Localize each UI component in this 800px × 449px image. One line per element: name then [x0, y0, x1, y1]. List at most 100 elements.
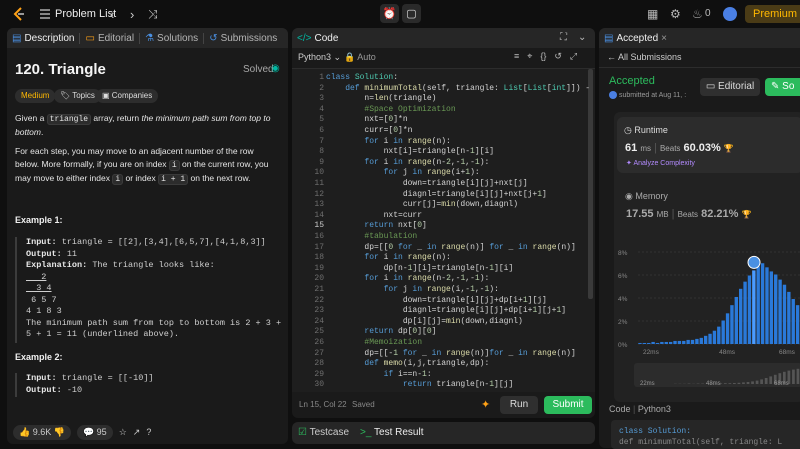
tab-testcase[interactable]: ☑ Testcase: [298, 427, 349, 438]
distribution-bar[interactable]: [651, 341, 655, 344]
tab-editorial[interactable]: ▭ Editorial: [80, 28, 139, 48]
code-line[interactable]: nxt=curr: [326, 211, 422, 220]
reset-icon[interactable]: ↺: [554, 51, 562, 62]
code-line[interactable]: dp=[[-1 for _ in range(n)]for _ in range…: [326, 349, 575, 358]
code-line[interactable]: for i in range(n):: [326, 253, 450, 262]
code-line[interactable]: dp[n-1][i]=triangle[n-1][i]: [326, 264, 514, 273]
leetcode-logo-icon[interactable]: [11, 6, 27, 22]
editor-scrollbar[interactable]: [588, 69, 593, 299]
code-line[interactable]: diagnl=triangle[i][j]+dp[i+1][j+1]: [326, 306, 566, 315]
distribution-bar[interactable]: [660, 341, 664, 344]
distribution-bar[interactable]: [730, 305, 734, 344]
code-line[interactable]: n=len(triangle): [326, 94, 436, 103]
distribution-bar[interactable]: [734, 296, 739, 344]
code-line[interactable]: class Solution:: [326, 73, 398, 82]
next-problem-icon[interactable]: ›: [130, 7, 134, 22]
topics-chip[interactable]: 🏷 Topics: [54, 89, 101, 103]
code-line[interactable]: down=triangle[i][j]+nxt[j]: [326, 179, 528, 188]
code-line[interactable]: dp[i][j]=min(down,diagnl): [326, 317, 523, 326]
braces-icon[interactable]: {}: [540, 51, 546, 62]
settings-gear-icon[interactable]: ⚙: [670, 7, 681, 21]
debug-icon[interactable]: ✦: [481, 398, 490, 411]
fullscreen-icon[interactable]: ⛶: [560, 32, 567, 43]
distribution-bar[interactable]: [677, 340, 682, 344]
star-icon[interactable]: ☆: [119, 427, 127, 438]
distribution-bar[interactable]: [765, 267, 769, 344]
timer-icon[interactable]: ⏰: [380, 4, 399, 23]
submitted-code-preview[interactable]: class Solution: def minimumTotal(self, t…: [611, 420, 800, 449]
distribution-bar[interactable]: [795, 305, 800, 344]
distribution-bar[interactable]: [712, 330, 717, 344]
distribution-bar[interactable]: [695, 338, 699, 344]
distribution-bar[interactable]: [690, 339, 695, 344]
streak-fire-icon[interactable]: ♨: [692, 7, 703, 21]
layout-icon[interactable]: ▦: [647, 7, 658, 21]
distribution-bar[interactable]: [717, 326, 721, 344]
distribution-bar[interactable]: [638, 342, 642, 344]
solution-button[interactable]: ✎ So: [765, 78, 800, 96]
distribution-bar[interactable]: [668, 341, 673, 344]
distribution-bar[interactable]: [699, 337, 703, 344]
auto-mode[interactable]: 🔒 Auto: [344, 52, 376, 63]
code-line[interactable]: for i in range(n):: [326, 137, 450, 146]
editorial-button[interactable]: ▭ Editorial: [700, 78, 760, 96]
bookmark-icon[interactable]: ⌖: [527, 51, 532, 62]
submit-button[interactable]: Submit: [544, 396, 592, 414]
distribution-bar[interactable]: [752, 270, 756, 344]
code-line[interactable]: nxt[i]=triangle[n-1][i]: [326, 147, 494, 156]
code-line[interactable]: #Memoization: [326, 338, 422, 347]
distribution-bar[interactable]: [703, 335, 708, 344]
code-line[interactable]: return nxt[0]: [326, 221, 426, 230]
runtime-distribution-chart[interactable]: 8% 6% 4% 2% 0% 22ms 48ms 68ms: [614, 242, 800, 362]
tab-accepted[interactable]: ▤ Accepted ×: [599, 28, 672, 48]
user-avatar[interactable]: [723, 7, 737, 21]
distribution-bar[interactable]: [747, 275, 752, 344]
distribution-bar[interactable]: [725, 313, 730, 344]
code-line[interactable]: #tabulation: [326, 232, 417, 241]
distribution-bar[interactable]: [774, 274, 778, 344]
code-line[interactable]: down=triangle[i][j]+dp[i+1][j]: [326, 296, 547, 305]
tab-solutions[interactable]: ⚗ Solutions: [140, 28, 203, 48]
distribution-bar[interactable]: [760, 263, 765, 344]
distribution-bar[interactable]: [769, 271, 774, 344]
distribution-bar[interactable]: [739, 288, 743, 344]
distribution-bar[interactable]: [721, 320, 725, 344]
mini-distribution-chart[interactable]: 22ms 48ms 68ms: [634, 363, 800, 387]
distribution-bar[interactable]: [673, 340, 677, 344]
code-line[interactable]: for i in range(n-2,-1,-1):: [326, 158, 489, 167]
code-line[interactable]: def minimumTotal(self, triangle: List[Li…: [326, 84, 590, 93]
code-line[interactable]: for j in range(i,-1,-1):: [326, 285, 499, 294]
distribution-bar[interactable]: [743, 281, 747, 344]
all-submissions-link[interactable]: ← All Submissions: [607, 52, 682, 62]
share-icon[interactable]: ↗: [133, 427, 141, 438]
format-icon[interactable]: ≡: [514, 51, 519, 62]
code-line[interactable]: return triangle[n-1][j]: [326, 380, 513, 389]
distribution-bar[interactable]: [787, 291, 791, 344]
code-line[interactable]: curr[j]=min(down,diagnl): [326, 200, 518, 209]
shuffle-icon[interactable]: ⤨: [148, 7, 158, 22]
distribution-bar[interactable]: [708, 333, 712, 344]
distribution-bar[interactable]: [756, 266, 760, 344]
code-line[interactable]: def memo(i,j,triangle,dp):: [326, 359, 489, 368]
code-line[interactable]: dp=[[0 for _ in range(n)] for _ in range…: [326, 243, 575, 252]
distribution-bar[interactable]: [686, 339, 690, 344]
prev-problem-icon[interactable]: ‹: [110, 7, 114, 22]
code-line[interactable]: for j in range(i+1):: [326, 168, 480, 177]
code-line[interactable]: nxt=[0]*n: [326, 115, 407, 124]
problem-list-icon[interactable]: [39, 8, 51, 20]
tab-test-result[interactable]: >_ Test Result: [360, 427, 423, 438]
code-line[interactable]: if i==n-1:: [326, 370, 432, 379]
code-line[interactable]: diagnl=triangle[i][j]+nxt[j+1]: [326, 190, 547, 199]
distribution-bar[interactable]: [664, 341, 668, 344]
distribution-bar[interactable]: [791, 299, 795, 344]
distribution-bar[interactable]: [655, 342, 660, 344]
code-line[interactable]: #Space Optimization: [326, 105, 455, 114]
tab-description[interactable]: ▤ Description: [7, 28, 79, 48]
notes-icon[interactable]: ▢: [402, 4, 421, 23]
language-select[interactable]: Python3 ⌄: [298, 52, 341, 63]
code-line[interactable]: curr=[0]*n: [326, 126, 412, 135]
comments-button[interactable]: 💬 95: [76, 424, 113, 440]
tab-code[interactable]: </> Code: [292, 28, 343, 48]
distribution-bar[interactable]: [782, 284, 787, 344]
code-line[interactable]: return dp[0][0]: [326, 327, 436, 336]
